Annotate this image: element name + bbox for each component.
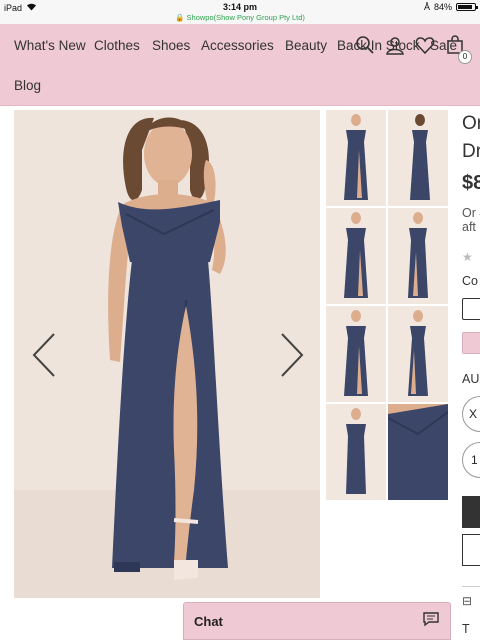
chat-label: Chat <box>194 613 223 629</box>
size-label: AU <box>462 372 480 386</box>
bluetooth-icon: Å <box>423 2 430 12</box>
thumbnail-7[interactable] <box>326 404 386 500</box>
nav-accessories[interactable]: Accessories <box>201 38 274 53</box>
colour-label: Co <box>462 274 478 288</box>
shopping-bag-icon[interactable]: 0 <box>444 34 472 64</box>
nav-blog[interactable]: Blog <box>14 78 41 93</box>
battery-icon <box>456 3 478 11</box>
header-icons: 0 <box>354 34 472 64</box>
afterpay-line-2: aft <box>462 220 476 234</box>
prev-image-arrow[interactable] <box>30 330 60 380</box>
nav-shoes[interactable]: Shoes <box>152 38 190 53</box>
product-title-line-1: Or <box>462 113 480 134</box>
site-identity: 🔒 Showpo(Show Pony Group Pty Ltd) <box>0 13 480 22</box>
thumbnail-3[interactable] <box>326 208 386 304</box>
size-option-1[interactable]: X <box>462 396 480 432</box>
nav-clothes[interactable]: Clothes <box>94 38 140 53</box>
status-bar: iPad 3:14 pm 🔒 Showpo(Show Pony Group Pt… <box>0 0 480 24</box>
thumbnail-grid <box>326 110 448 500</box>
thumbnail-5[interactable] <box>326 306 386 402</box>
nav-beauty[interactable]: Beauty <box>285 38 327 53</box>
product-title-line-2: Dr <box>462 141 480 162</box>
divider <box>462 586 480 587</box>
colour-swatch-selected[interactable] <box>462 332 480 354</box>
cart-count-badge: 0 <box>458 50 472 64</box>
chat-widget[interactable]: Chat <box>183 602 451 640</box>
details-label: T <box>462 622 470 636</box>
chevron-right-icon <box>281 333 304 377</box>
size-option-2[interactable]: 1 <box>462 442 480 478</box>
colour-swatch-option[interactable] <box>462 298 480 320</box>
account-icon[interactable] <box>384 34 406 56</box>
thumbnail-1[interactable] <box>326 110 386 206</box>
thumbnail-2[interactable] <box>388 110 448 206</box>
site-url: Showpo(Show Pony Group Pty Ltd) <box>186 13 305 22</box>
accordion-toggle-icon[interactable]: ⊟ <box>462 594 472 608</box>
afterpay-line-1: Or 4 <box>462 206 480 220</box>
main-product-image[interactable] <box>14 110 320 598</box>
heart-icon[interactable] <box>414 34 436 56</box>
size-option-1-label: X <box>469 407 478 421</box>
thumbnail-8[interactable] <box>388 404 448 500</box>
thumbnail-4[interactable] <box>388 208 448 304</box>
size-option-2-label: 1 <box>471 453 478 467</box>
nav-whats-new[interactable]: What's New <box>14 38 86 53</box>
thumbnail-6[interactable] <box>388 306 448 402</box>
clock: 3:14 pm <box>222 2 257 12</box>
chevron-left-icon <box>32 333 55 377</box>
main-nav: What's New Clothes Shoes Accessories Bea… <box>0 24 480 106</box>
next-image-arrow[interactable] <box>276 330 306 380</box>
rating-star-icon: ★ <box>462 250 473 264</box>
add-to-bag-button[interactable] <box>462 496 480 528</box>
chat-bubble-icon <box>422 611 440 632</box>
wishlist-button[interactable] <box>462 534 480 566</box>
product-price: $8 <box>462 172 480 194</box>
site-header: What's New Clothes Shoes Accessories Bea… <box>0 24 480 106</box>
battery-percent: 84% <box>433 2 452 12</box>
search-icon[interactable] <box>354 34 376 56</box>
lock-icon: 🔒 <box>175 13 185 22</box>
